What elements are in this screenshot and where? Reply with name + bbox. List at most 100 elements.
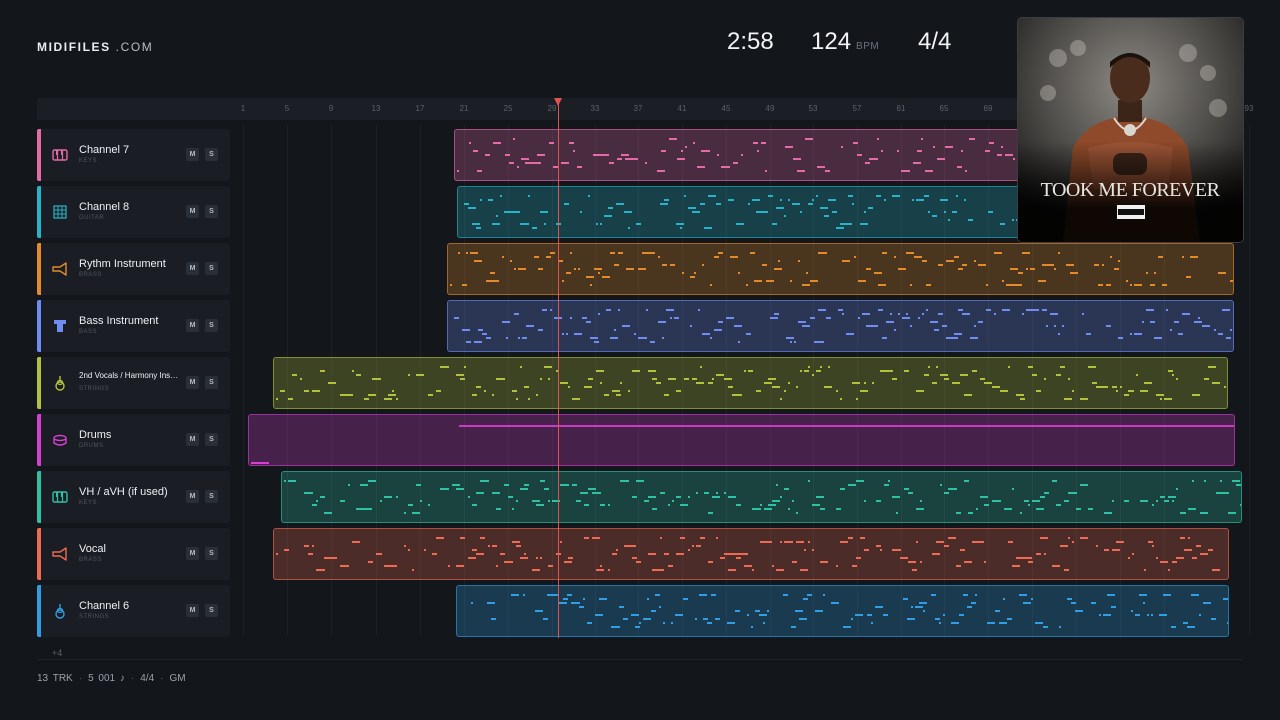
footer-track-count: 13 TRK — [37, 673, 73, 684]
ruler-tick: 49 — [765, 104, 775, 113]
ruler-tick: 41 — [677, 104, 687, 113]
brand-logo: MIDIFILES .COM — [37, 40, 153, 54]
track-color-bar — [37, 357, 41, 409]
solo-button[interactable]: S — [205, 490, 218, 503]
track-header[interactable]: VH / aVH (if used) KEYS M S — [37, 471, 230, 523]
solo-button[interactable]: S — [205, 433, 218, 446]
track-type: DRUMS — [79, 443, 104, 449]
track-type: KEYS — [79, 500, 98, 506]
midi-clip[interactable] — [447, 243, 1234, 295]
mute-button[interactable]: M — [186, 376, 199, 389]
footer-note-count: 5 001 ♪ — [88, 673, 125, 684]
ruler-tick: 93 — [1244, 104, 1254, 113]
mute-button[interactable]: M — [186, 148, 199, 161]
track-color-bar — [37, 186, 41, 238]
solo-button[interactable]: S — [205, 604, 218, 617]
track-color-bar — [37, 300, 41, 352]
solo-button[interactable]: S — [205, 547, 218, 560]
solo-button[interactable]: S — [205, 148, 218, 161]
solo-button[interactable]: S — [205, 319, 218, 332]
track-name: Vocal — [79, 543, 106, 555]
solo-button[interactable]: S — [205, 205, 218, 218]
footer-signature: 4/4 — [140, 673, 155, 684]
track-color-bar — [37, 414, 41, 466]
playhead-handle[interactable] — [554, 98, 562, 106]
tempo-unit: BPM — [856, 41, 880, 52]
piano-keys-icon — [52, 147, 68, 163]
track-header[interactable]: Bass Instrument BASS M S — [37, 300, 230, 352]
track-type: STRINGS — [79, 614, 110, 620]
mute-button[interactable]: M — [186, 262, 199, 275]
midi-clip[interactable] — [456, 585, 1229, 637]
solo-button[interactable]: S — [205, 262, 218, 275]
midi-clip[interactable] — [273, 528, 1229, 580]
ruler-tick: 53 — [808, 104, 818, 113]
ruler-tick: 61 — [896, 104, 906, 113]
track-header[interactable]: Channel 8 GUITAR M S — [37, 186, 230, 238]
track-name: Channel 7 — [79, 144, 130, 156]
drum-icon — [52, 432, 68, 448]
song-time: 2:58 — [727, 28, 774, 55]
midi-clip[interactable] — [273, 357, 1228, 409]
brand-name: MIDIFILES — [37, 40, 111, 54]
midi-clip[interactable] — [281, 471, 1242, 523]
track-type: BRASS — [79, 272, 102, 278]
more-tracks-indicator[interactable]: +4 — [52, 648, 62, 658]
guitar-grid-icon — [52, 204, 68, 220]
track-color-bar — [37, 471, 41, 523]
solo-button[interactable]: S — [205, 376, 218, 389]
mute-button[interactable]: M — [186, 604, 199, 617]
footer-standard: GM — [169, 673, 186, 684]
ruler-tick: 57 — [852, 104, 862, 113]
ruler-tick: 33 — [590, 104, 600, 113]
album-cover: TOOK ME FOREVER — [1017, 17, 1244, 243]
footer-divider — [37, 659, 1243, 660]
track-color-bar — [37, 129, 41, 181]
ruler-tick: 37 — [633, 104, 643, 113]
track-header[interactable]: Rythm Instrument BRASS M S — [37, 243, 230, 295]
track-name: Channel 8 — [79, 201, 130, 213]
track-type: STRINGS — [79, 386, 110, 392]
ruler-tick: 1 — [240, 104, 246, 113]
track-type: KEYS — [79, 158, 98, 164]
trumpet-icon — [52, 546, 68, 562]
mute-button[interactable]: M — [186, 490, 199, 503]
violin-icon — [52, 375, 68, 391]
track-name: Drums — [79, 429, 112, 441]
mute-button[interactable]: M — [186, 433, 199, 446]
track-header[interactable]: Drums DRUMS M S — [37, 414, 230, 466]
track-header[interactable]: 2nd Vocals / Harmony Ins… STRINGS M S — [37, 357, 230, 409]
playhead[interactable] — [554, 98, 562, 638]
track-header[interactable]: Channel 6 STRINGS M S — [37, 585, 230, 637]
track-color-bar — [37, 243, 41, 295]
footer-info: 13 TRK · 5 001 ♪ · 4/4 · GM — [37, 673, 186, 684]
brand-tld: .COM — [115, 40, 154, 54]
track-type: BASS — [79, 329, 98, 335]
track-type: GUITAR — [79, 215, 105, 221]
midi-clip[interactable] — [248, 414, 1235, 466]
time-signature: 4/4 — [918, 28, 952, 55]
mute-button[interactable]: M — [186, 205, 199, 218]
ruler-tick: 25 — [503, 104, 513, 113]
tempo-value: 124 — [811, 28, 852, 55]
mute-button[interactable]: M — [186, 319, 199, 332]
bass-icon — [52, 318, 68, 334]
ruler-tick: 21 — [459, 104, 469, 113]
track-header[interactable]: Vocal BRASS M S — [37, 528, 230, 580]
ruler-tick: 13 — [371, 104, 381, 113]
track-type: BRASS — [79, 557, 102, 563]
piano-keys-icon — [52, 489, 68, 505]
tempo-display: 124 BPM — [811, 28, 879, 56]
track-name: Channel 6 — [79, 600, 130, 612]
track-header[interactable]: Channel 7 KEYS M S — [37, 129, 230, 181]
ruler-tick: 5 — [284, 104, 290, 113]
cover-title: TOOK ME FOREVER — [1041, 179, 1221, 201]
ruler-tick: 17 — [415, 104, 425, 113]
track-name: 2nd Vocals / Harmony Ins… — [79, 371, 179, 380]
ruler-tick: 9 — [328, 104, 334, 113]
mute-button[interactable]: M — [186, 547, 199, 560]
midi-clip[interactable] — [447, 300, 1234, 352]
track-color-bar — [37, 585, 41, 637]
track-name: Rythm Instrument — [79, 258, 166, 270]
trumpet-icon — [52, 261, 68, 277]
